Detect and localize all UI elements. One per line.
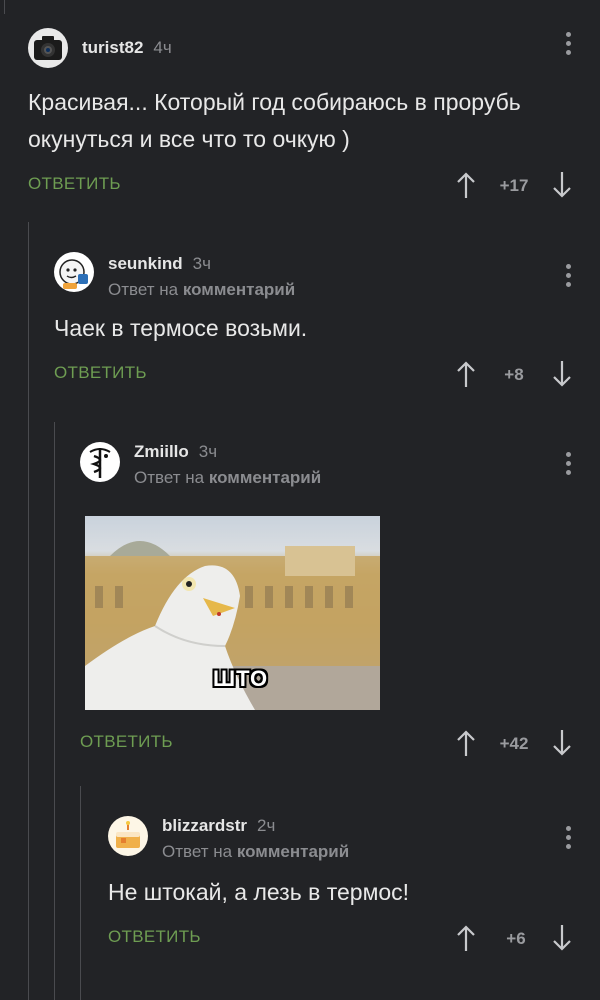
more-options-icon[interactable] [564, 32, 572, 55]
comment-rating: +6 [506, 929, 526, 948]
reply-button[interactable]: ОТВЕТИТЬ [28, 174, 121, 194]
thread-line [54, 422, 55, 1000]
downvote-arrow-icon[interactable] [550, 170, 574, 200]
downvote-arrow-icon[interactable] [550, 359, 574, 389]
comment-time: 3ч [198, 442, 218, 461]
comment-actions: ОТВЕТИТЬ +17 [28, 166, 600, 206]
username-text[interactable]: blizzardstr [162, 816, 247, 835]
thread-line [80, 786, 81, 1000]
comment-actions: ОТВЕТИТЬ +8 [54, 355, 600, 395]
username[interactable]: Zmiillo 3ч [134, 442, 217, 462]
comment: Zmiillo 3ч Ответ на комментарий ШТО ОТВЕ… [80, 434, 600, 764]
parent-comment-link[interactable]: комментарий [183, 280, 295, 299]
comment-header: Zmiillo 3ч Ответ на комментарий [80, 434, 600, 488]
caduceus-icon[interactable] [80, 442, 120, 482]
comment: seunkind 3ч Ответ на комментарий Чаек в т… [54, 244, 600, 395]
username-text[interactable]: seunkind [108, 254, 183, 273]
reply-prefix: Ответ на [108, 280, 179, 299]
comment-header: seunkind 3ч Ответ на комментарий [54, 244, 600, 300]
reply-to-line: Ответ на комментарий [134, 468, 321, 488]
comment-time: 3ч [192, 254, 211, 273]
thread-line [28, 222, 29, 1000]
camera-icon[interactable] [28, 28, 68, 68]
seagull-image[interactable]: ШТО [85, 516, 380, 710]
comment: turist82 4ч Красивая... Который год собир… [28, 20, 600, 206]
more-options-icon[interactable] [564, 452, 572, 475]
username-text[interactable]: turist82 [82, 38, 143, 57]
downvote-arrow-icon[interactable] [550, 728, 574, 758]
image-wrapper: ШТО [80, 516, 600, 722]
reply-prefix: Ответ на [162, 842, 233, 861]
comment-rating: +17 [499, 176, 529, 195]
comment: blizzardstr 2ч Ответ на комментарий Не шт… [108, 808, 600, 959]
cake-icon[interactable] [108, 816, 148, 856]
parent-comment-link[interactable]: комментарий [209, 468, 321, 487]
reply-button[interactable]: ОТВЕТИТЬ [108, 927, 201, 947]
username[interactable]: blizzardstr 2ч [162, 816, 275, 836]
cartoon-face-icon[interactable] [54, 252, 94, 292]
more-options-icon[interactable] [564, 264, 572, 287]
comment-text: Красивая... Который год собираюсь в прор… [28, 89, 521, 152]
comment-actions: ОТВЕТИТЬ +42 [80, 724, 600, 764]
comment-header: blizzardstr 2ч Ответ на комментарий [108, 808, 600, 862]
reply-to-line: Ответ на комментарий [108, 280, 295, 300]
downvote-arrow-icon[interactable] [550, 923, 574, 953]
upvote-arrow-icon[interactable] [454, 728, 478, 758]
reply-button[interactable]: ОТВЕТИТЬ [54, 363, 147, 383]
comment-time: 4ч [153, 38, 172, 57]
comment-text: Чаек в термосе возьми. [54, 315, 308, 341]
reply-button[interactable]: ОТВЕТИТЬ [80, 732, 173, 752]
username[interactable]: turist82 4ч [82, 38, 172, 58]
thread-line [4, 0, 5, 14]
comment-rating: +8 [504, 365, 524, 384]
reply-to-line: Ответ на комментарий [162, 842, 349, 862]
username-text[interactable]: Zmiillo [134, 442, 189, 461]
comment-header: turist82 4ч [28, 20, 600, 74]
image-caption: ШТО [213, 666, 269, 691]
upvote-arrow-icon[interactable] [454, 170, 478, 200]
comment-actions: ОТВЕТИТЬ +6 [108, 919, 600, 959]
reply-prefix: Ответ на [134, 468, 205, 487]
comment-rating: +42 [499, 734, 529, 753]
parent-comment-link[interactable]: комментарий [237, 842, 349, 861]
more-options-icon[interactable] [564, 826, 572, 849]
username[interactable]: seunkind 3ч [108, 254, 211, 274]
upvote-arrow-icon[interactable] [454, 359, 478, 389]
comment-time: 2ч [257, 816, 276, 835]
comment-text: Не штокай, а лезь в термос! [108, 879, 410, 905]
upvote-arrow-icon[interactable] [454, 923, 478, 953]
